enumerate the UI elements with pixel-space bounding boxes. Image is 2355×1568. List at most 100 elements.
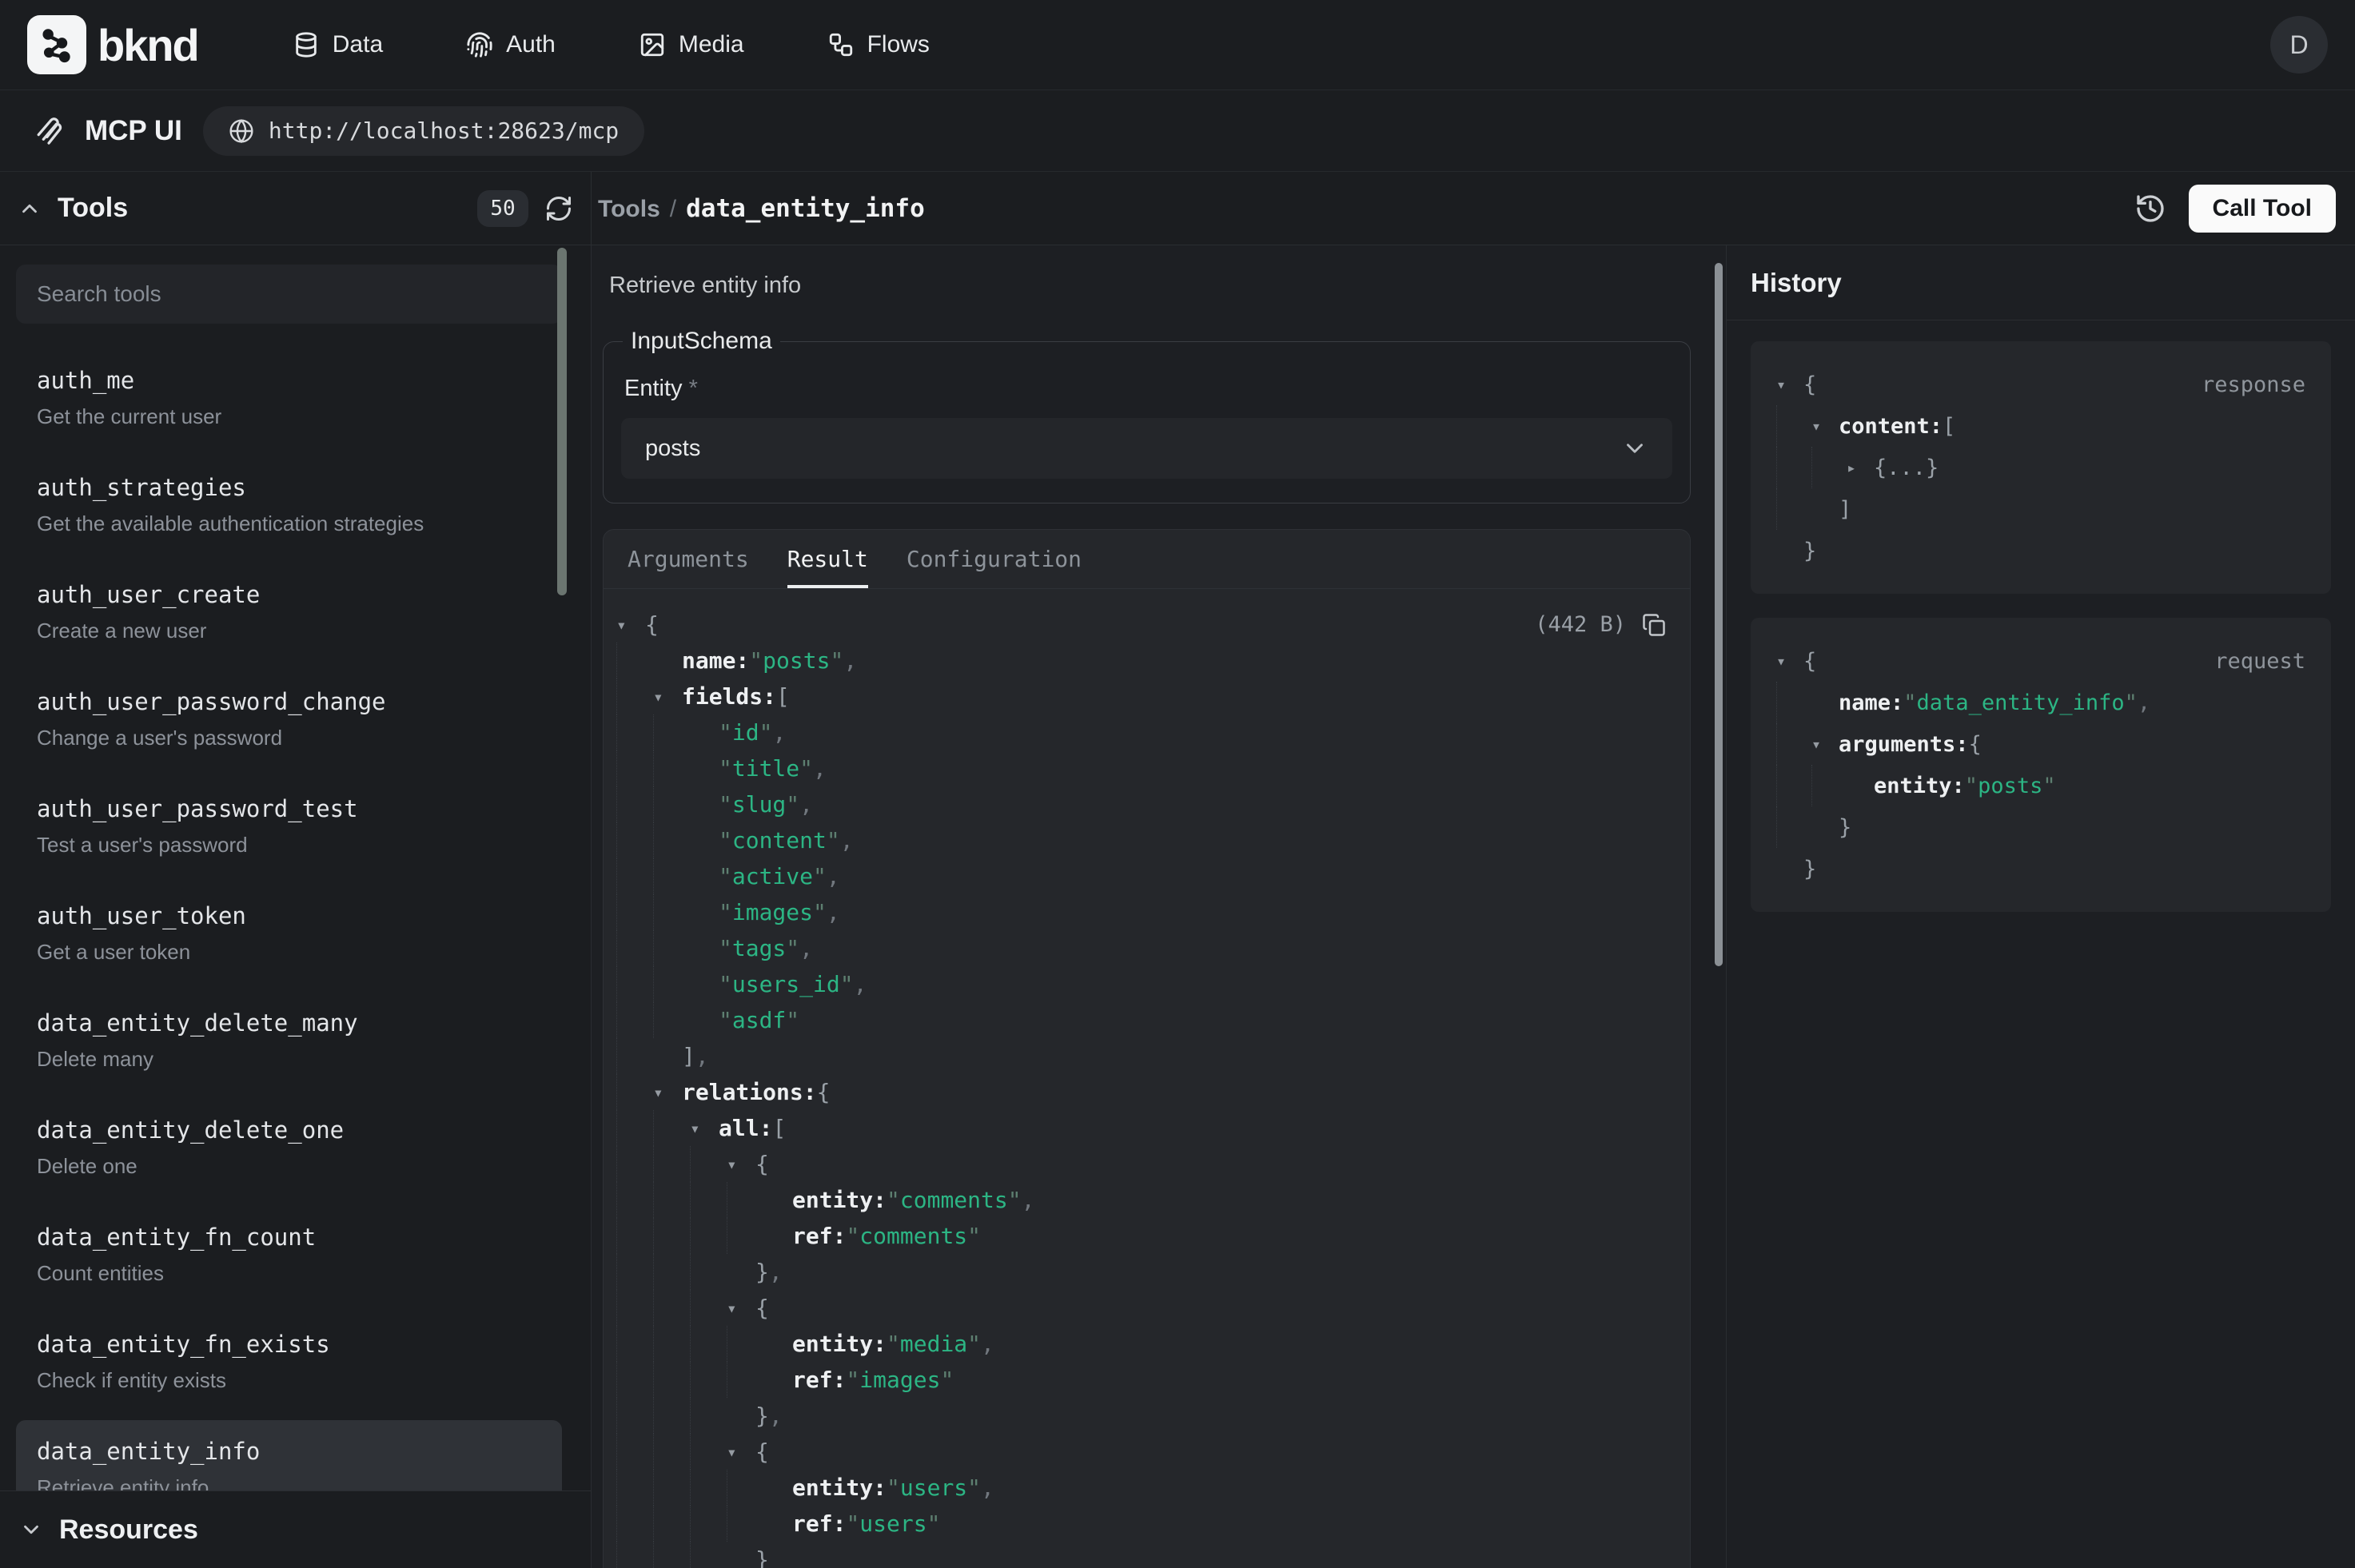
tool-item-data_entity_delete_one[interactable]: data_entity_delete_oneDelete one: [16, 1099, 562, 1196]
tool-description: Get a user token: [37, 940, 541, 965]
indent-guide: [616, 786, 653, 822]
expand-toggle-icon[interactable]: ▾: [1776, 375, 1803, 394]
json-punctuation: {: [1969, 732, 1982, 757]
indent-guide: [616, 1074, 653, 1110]
history-card-request[interactable]: ▾{requestname: "data_entity_info",▾argum…: [1751, 618, 2331, 912]
history-card-response[interactable]: ▾{response▾content: [▸{...}]}: [1751, 341, 2331, 594]
history-card-type-label: request: [2214, 649, 2305, 674]
bknd-logo-icon: [27, 15, 86, 74]
call-tool-button[interactable]: Call Tool: [2189, 185, 2336, 233]
indent-guide: [616, 1182, 653, 1218]
json-string-value: content: [732, 827, 827, 854]
tools-section-title: Tools: [58, 193, 128, 224]
tab-arguments[interactable]: Arguments: [628, 530, 749, 588]
tab-result[interactable]: Result: [787, 530, 868, 588]
json-line: "users_id",: [616, 966, 1666, 1002]
search-input[interactable]: Search tools: [16, 265, 562, 324]
json-line: name: "posts",: [616, 643, 1666, 679]
tool-item-auth_user_create[interactable]: auth_user_createCreate a new user: [16, 563, 562, 661]
indent-guide: [1776, 405, 1811, 447]
tool-item-auth_user_password_change[interactable]: auth_user_password_changeChange a user's…: [16, 671, 562, 768]
expand-toggle-icon[interactable]: ▾: [727, 1155, 755, 1174]
tool-item-auth_user_password_test[interactable]: auth_user_password_testTest a user's pas…: [16, 778, 562, 875]
nav-item-data[interactable]: Data: [293, 31, 383, 58]
indent-guide: [653, 1398, 690, 1434]
json-key: relations:: [682, 1079, 817, 1105]
tool-name: auth_user_password_change: [37, 688, 541, 715]
nav-item-media[interactable]: Media: [639, 31, 744, 58]
brand-name: bknd: [98, 19, 198, 71]
top-nav: bknd Data Auth Media Flows D: [0, 0, 2355, 90]
indent-guide: [1776, 723, 1811, 765]
tool-item-auth_user_token[interactable]: auth_user_tokenGet a user token: [16, 885, 562, 982]
json-string-value: users_id: [732, 971, 840, 997]
indent-guide: [616, 679, 653, 714]
expand-toggle-icon[interactable]: ▾: [653, 1083, 682, 1102]
tool-item-data_entity_delete_many[interactable]: data_entity_delete_manyDelete many: [16, 992, 562, 1089]
expand-toggle-icon[interactable]: ▾: [1776, 651, 1803, 671]
indent-guide: [1811, 765, 1847, 806]
tool-description: Get the current user: [37, 404, 541, 429]
tool-item-data_entity_info[interactable]: data_entity_infoRetrieve entity info: [16, 1420, 562, 1490]
json-line: ▸{...}: [1776, 447, 2305, 488]
expand-toggle-icon[interactable]: ▾: [727, 1299, 755, 1318]
expand-toggle-icon[interactable]: ▾: [616, 615, 645, 635]
tool-item-auth_strategies[interactable]: auth_strategiesGet the available authent…: [16, 456, 562, 554]
indent-guide: [727, 1362, 763, 1398]
sidebar-scrollbar-thumb[interactable]: [557, 248, 567, 595]
indent-guide: [616, 1002, 653, 1038]
indent-guide: [616, 1398, 653, 1434]
tool-description: Test a user's password: [37, 833, 541, 858]
json-line: ref: "comments": [616, 1218, 1666, 1254]
indent-guide: [653, 858, 690, 894]
json-line: ref: "images": [616, 1362, 1666, 1398]
json-punctuation: ,: [981, 1474, 994, 1501]
entity-select[interactable]: posts: [621, 418, 1672, 479]
json-punctuation: {: [755, 1295, 769, 1321]
expand-toggle-icon[interactable]: ▾: [690, 1119, 719, 1138]
refresh-icon[interactable]: [544, 194, 573, 223]
resources-section-header[interactable]: Resources: [0, 1490, 591, 1568]
tools-count-badge: 50: [477, 190, 528, 227]
tab-configuration[interactable]: Configuration: [907, 530, 1082, 588]
history-icon[interactable]: [2134, 193, 2166, 225]
tools-section-header[interactable]: Tools 50: [0, 172, 591, 245]
expand-toggle-icon[interactable]: ▾: [1811, 734, 1839, 754]
json-line: ▾{: [616, 1146, 1666, 1182]
json-punctuation: [: [776, 683, 790, 710]
indent-guide: [653, 1254, 690, 1290]
workflow-icon: [827, 31, 855, 58]
user-avatar[interactable]: D: [2270, 16, 2328, 74]
history-title: History: [1751, 268, 1842, 298]
json-string-value: slug: [732, 791, 786, 818]
tool-description: Get the available authentication strateg…: [37, 511, 541, 536]
json-punctuation: ]: [1839, 497, 1851, 522]
indent-guide: [616, 643, 653, 679]
expand-toggle-icon[interactable]: ▸: [1847, 458, 1874, 477]
result-json-viewer: ▾{(442 B)name: "posts",▾fields: ["id","t…: [604, 589, 1690, 1568]
tools-list: Search tools auth_meGet the current user…: [0, 245, 591, 1490]
json-line: entity: "media",: [616, 1326, 1666, 1362]
breadcrumb-tools[interactable]: Tools: [598, 196, 660, 223]
expand-toggle-icon[interactable]: ▾: [727, 1443, 755, 1462]
expand-toggle-icon[interactable]: ▾: [653, 687, 682, 706]
tool-item-auth_me[interactable]: auth_meGet the current user: [16, 349, 562, 447]
indent-guide: [616, 894, 653, 930]
indent-guide: [653, 966, 690, 1002]
fingerprint-icon: [466, 31, 493, 58]
nav-item-label: Auth: [506, 31, 556, 58]
mcp-url-pill[interactable]: http://localhost:28623/mcp: [203, 106, 644, 156]
copy-icon[interactable]: [1642, 613, 1666, 637]
result-card: ArgumentsResultConfiguration ▾{(442 B)na…: [603, 529, 1691, 1568]
nav-item-auth[interactable]: Auth: [466, 31, 556, 58]
json-line: "content",: [616, 822, 1666, 858]
brand[interactable]: bknd: [27, 15, 198, 74]
nav-item-flows[interactable]: Flows: [827, 31, 930, 58]
history-header: History: [1727, 245, 2355, 320]
main-scrollbar-thumb[interactable]: [1715, 263, 1723, 966]
indent-guide: [727, 1506, 763, 1542]
json-key: ref:: [792, 1223, 846, 1249]
expand-toggle-icon[interactable]: ▾: [1811, 416, 1839, 436]
tool-item-data_entity_fn_count[interactable]: data_entity_fn_countCount entities: [16, 1206, 562, 1303]
tool-item-data_entity_fn_exists[interactable]: data_entity_fn_existsCheck if entity exi…: [16, 1313, 562, 1411]
